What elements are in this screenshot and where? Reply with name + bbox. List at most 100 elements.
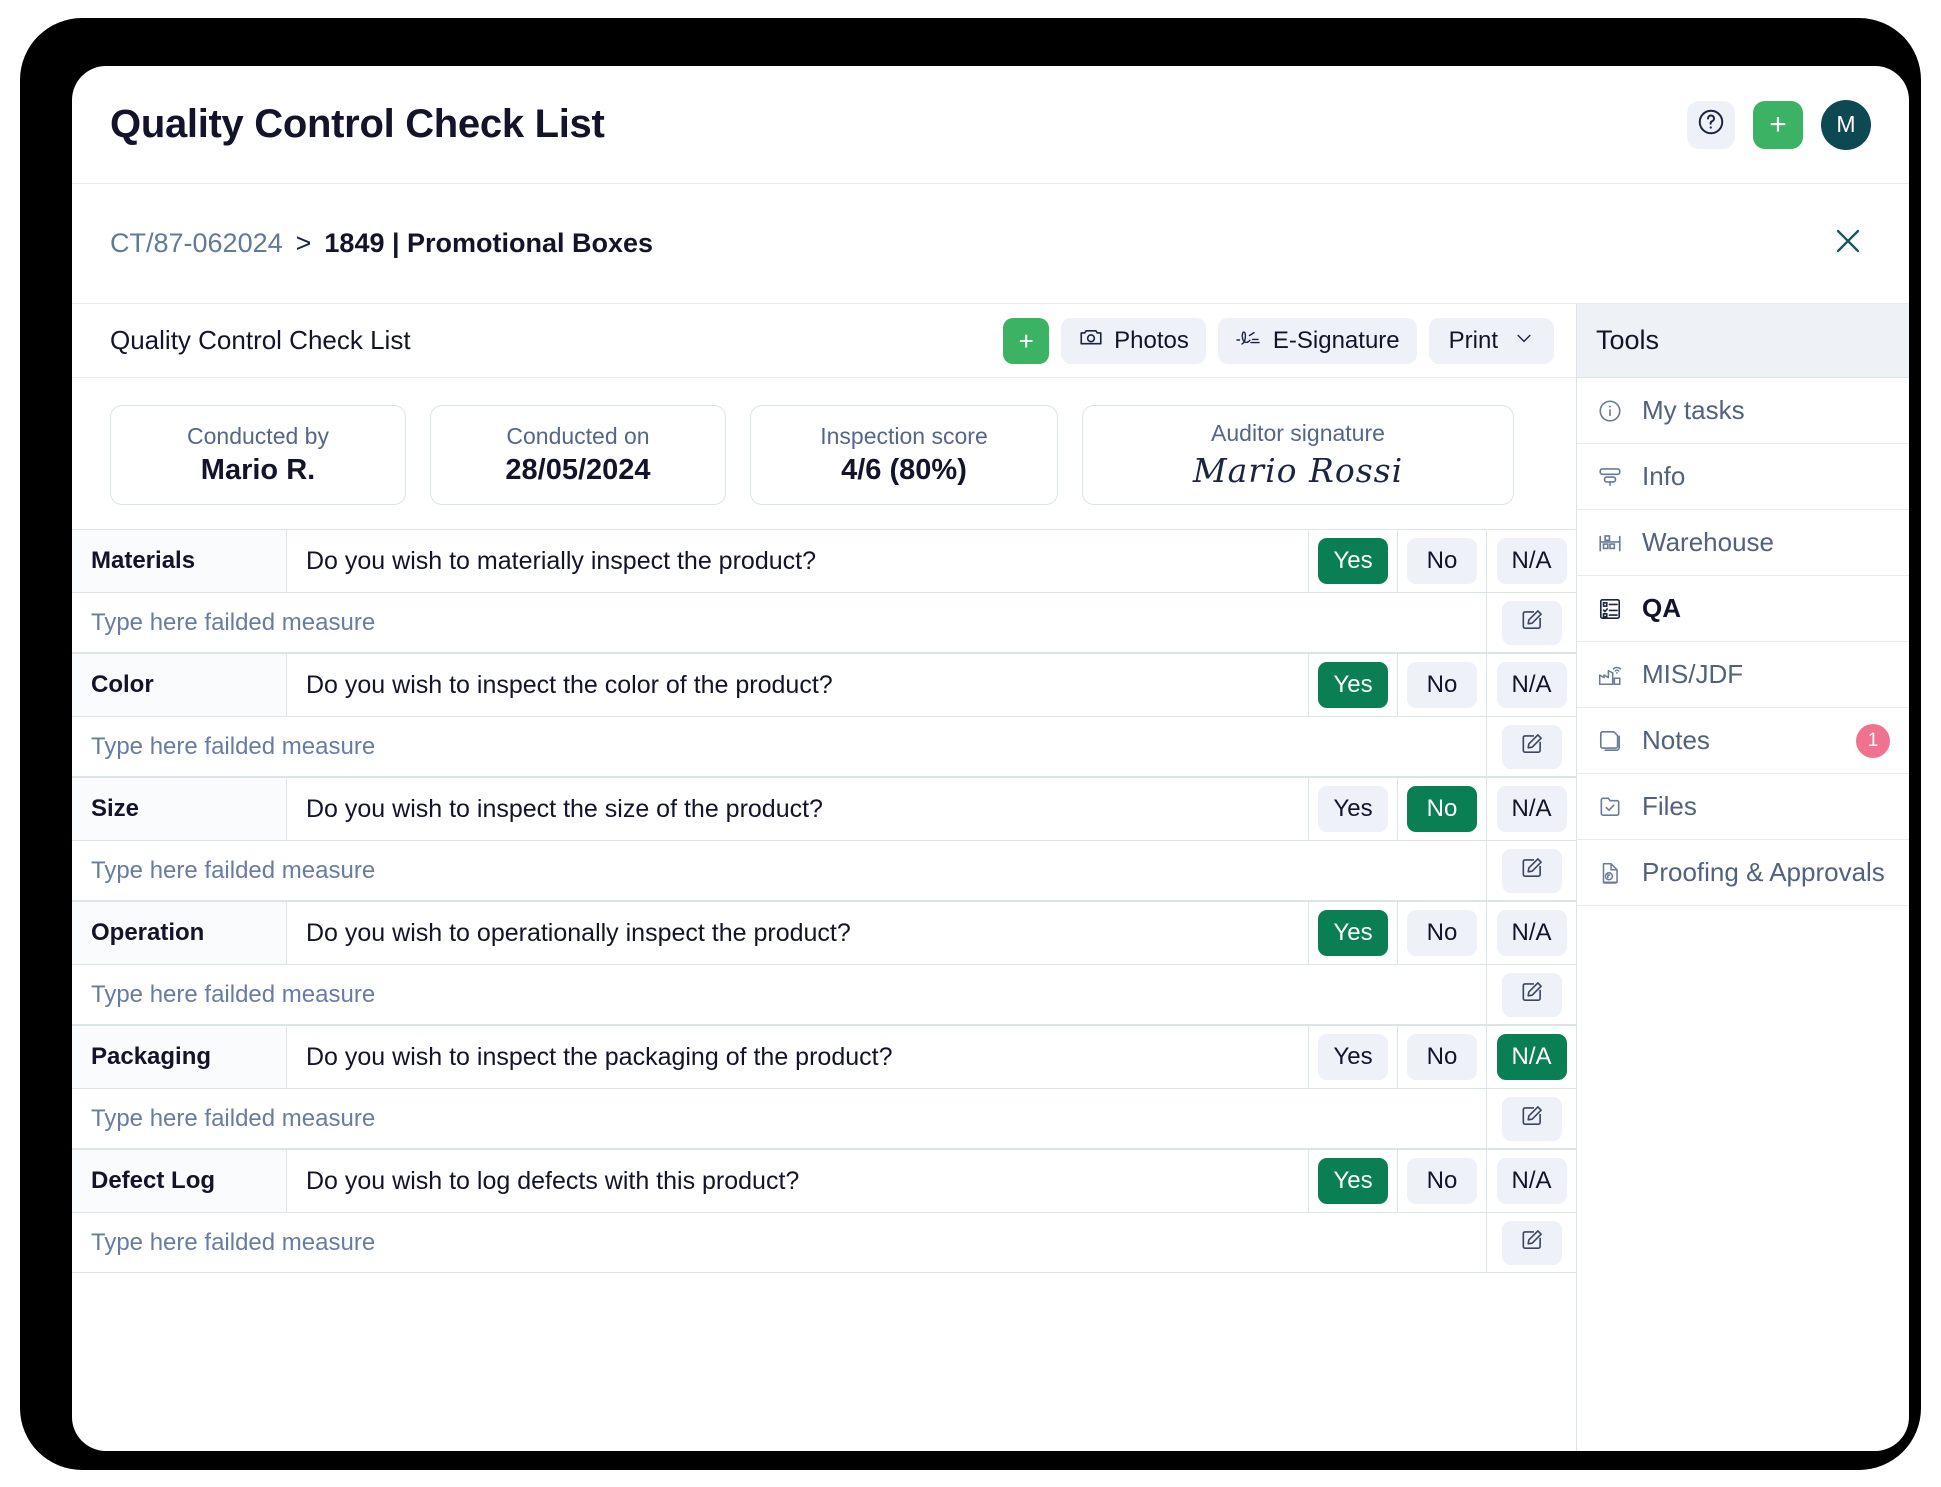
sidebar-item-label: Files: [1642, 791, 1697, 821]
sidebar-item-info[interactable]: Info: [1577, 444, 1909, 510]
breadcrumb: CT/87-062024 > 1849 | Promotional Boxes: [110, 228, 653, 259]
sidebar-item-my-tasks[interactable]: My tasks: [1577, 378, 1909, 444]
sidebar-item-warehouse[interactable]: Warehouse: [1577, 510, 1909, 576]
breadcrumb-link[interactable]: CT/87-062024: [110, 228, 283, 259]
question-text: Do you wish to inspect the color of the …: [287, 654, 1309, 716]
failed-measure-row: Type here failded measure: [72, 841, 1576, 901]
answer-option-yes[interactable]: Yes: [1318, 1158, 1388, 1204]
failed-measure-row: Type here failded measure: [72, 593, 1576, 653]
tablet-bezel: Quality Control Check List + M CT/87-062…: [20, 18, 1921, 1470]
failed-measure-input[interactable]: Type here failded measure: [72, 841, 1487, 900]
edit-icon: [1519, 607, 1545, 638]
sidebar-item-files[interactable]: Files: [1577, 774, 1909, 840]
answer-option-no[interactable]: No: [1407, 910, 1477, 956]
camera-icon: [1078, 324, 1104, 357]
factory-wifi-icon: [1596, 662, 1624, 688]
answer-option-yes[interactable]: Yes: [1318, 786, 1388, 832]
answer-cell: No: [1398, 1026, 1487, 1088]
close-button[interactable]: [1831, 224, 1865, 263]
sidebar-item-qa[interactable]: QA: [1577, 576, 1909, 642]
plus-icon: +: [1769, 107, 1787, 141]
answer-cell: No: [1398, 654, 1487, 716]
edit-measure-button[interactable]: [1501, 848, 1562, 893]
signature-icon: [1235, 324, 1263, 357]
answer-option-yes[interactable]: Yes: [1318, 910, 1388, 956]
tools-list: My tasks Info Warehouse QA MIS/JDF Notes 1 File…: [1577, 378, 1909, 906]
toolbar-buttons: + Photos E-Signature Print: [1003, 317, 1554, 364]
answer-cell: Yes: [1309, 1026, 1398, 1088]
edit-icon: [1519, 731, 1545, 762]
summary-card: Inspection score 4/6 (80%): [750, 405, 1058, 505]
answer-option-na[interactable]: N/A: [1496, 662, 1567, 708]
answer-option-no[interactable]: No: [1407, 786, 1477, 832]
failed-measure-input[interactable]: Type here failded measure: [72, 965, 1487, 1024]
avatar-initial: M: [1836, 111, 1856, 137]
main-column: Quality Control Check List + Photos E-Si…: [72, 304, 1576, 1451]
answer-option-na[interactable]: N/A: [1496, 910, 1567, 956]
question-text: Do you wish to inspect the packaging of …: [287, 1026, 1309, 1088]
failed-measure-input[interactable]: Type here failded measure: [72, 593, 1487, 652]
photos-button[interactable]: Photos: [1061, 317, 1206, 364]
answer-option-yes[interactable]: Yes: [1318, 1034, 1388, 1080]
answer-cell: N/A: [1487, 902, 1576, 964]
failed-measure-input[interactable]: Type here failded measure: [72, 717, 1487, 776]
edit-measure-button[interactable]: [1501, 600, 1562, 645]
summary-card-label: Conducted on: [506, 423, 650, 449]
checklist-question-row: Color Do you wish to inspect the color of…: [72, 653, 1576, 717]
edit-measure-button[interactable]: [1501, 1096, 1562, 1141]
sidebar-filler: [1577, 906, 1909, 1451]
help-button[interactable]: [1687, 100, 1735, 149]
answer-option-no[interactable]: No: [1407, 662, 1477, 708]
question-category: Operation: [72, 902, 287, 964]
edit-measure-button[interactable]: [1501, 972, 1562, 1017]
summary-card-value: 4/6 (80%): [841, 454, 967, 486]
question-category: Materials: [72, 530, 287, 592]
print-button[interactable]: Print: [1428, 317, 1554, 364]
answer-option-yes[interactable]: Yes: [1318, 662, 1388, 708]
warehouse-icon: [1596, 530, 1624, 556]
checklist-question-row: Materials Do you wish to materially inspe…: [72, 529, 1576, 593]
edit-icon: [1519, 855, 1545, 886]
answer-cell: No: [1398, 778, 1487, 840]
checklist-question-row: Defect Log Do you wish to log defects wit…: [72, 1149, 1576, 1213]
add-item-button[interactable]: +: [1003, 317, 1050, 364]
answer-cell: N/A: [1487, 778, 1576, 840]
avatar[interactable]: M: [1821, 99, 1871, 150]
checklist-question-row: Size Do you wish to inspect the size of t…: [72, 777, 1576, 841]
answer-option-yes[interactable]: Yes: [1318, 538, 1388, 584]
answer-option-no[interactable]: No: [1407, 1158, 1477, 1204]
answer-option-na[interactable]: N/A: [1496, 1034, 1567, 1080]
summary-card-value: 28/05/2024: [505, 454, 651, 486]
header-actions: + M: [1687, 99, 1871, 150]
question-circle-icon: [1696, 107, 1726, 142]
edit-measure-button[interactable]: [1501, 724, 1562, 769]
body-split: Quality Control Check List + Photos E-Si…: [72, 304, 1909, 1451]
edit-measure-button[interactable]: [1501, 1220, 1562, 1265]
failed-measure-input[interactable]: Type here failded measure: [72, 1089, 1487, 1148]
failed-measure-input[interactable]: Type here failded measure: [72, 1213, 1487, 1272]
answer-option-na[interactable]: N/A: [1496, 786, 1567, 832]
breadcrumb-current: 1849 | Promotional Boxes: [324, 228, 654, 258]
failed-measure-row: Type here failded measure: [72, 1213, 1576, 1273]
answer-cell: N/A: [1487, 1026, 1576, 1088]
answer-cell: Yes: [1309, 654, 1398, 716]
failed-measure-action-cell: [1487, 593, 1576, 652]
answer-option-na[interactable]: N/A: [1496, 538, 1567, 584]
edit-icon: [1519, 1103, 1545, 1134]
print-label: Print: [1448, 326, 1498, 354]
notification-badge: 1: [1856, 723, 1890, 758]
esignature-button[interactable]: E-Signature: [1217, 317, 1417, 364]
answer-option-no[interactable]: No: [1407, 1034, 1477, 1080]
sidebar-item-mis-jdf[interactable]: MIS/JDF: [1577, 642, 1909, 708]
notes-icon: [1596, 728, 1624, 754]
answer-option-no[interactable]: No: [1407, 538, 1477, 584]
plus-icon: +: [1018, 325, 1034, 356]
answer-cell: Yes: [1309, 778, 1398, 840]
sidebar-item-proofing-approvals[interactable]: Proofing & Approvals: [1577, 840, 1909, 906]
failed-measure-action-cell: [1487, 1213, 1576, 1272]
answer-option-na[interactable]: N/A: [1496, 1158, 1567, 1204]
question-category: Color: [72, 654, 287, 716]
answer-cell: Yes: [1309, 1150, 1398, 1212]
sidebar-item-notes[interactable]: Notes 1: [1577, 708, 1909, 774]
add-button-header[interactable]: +: [1753, 100, 1803, 149]
